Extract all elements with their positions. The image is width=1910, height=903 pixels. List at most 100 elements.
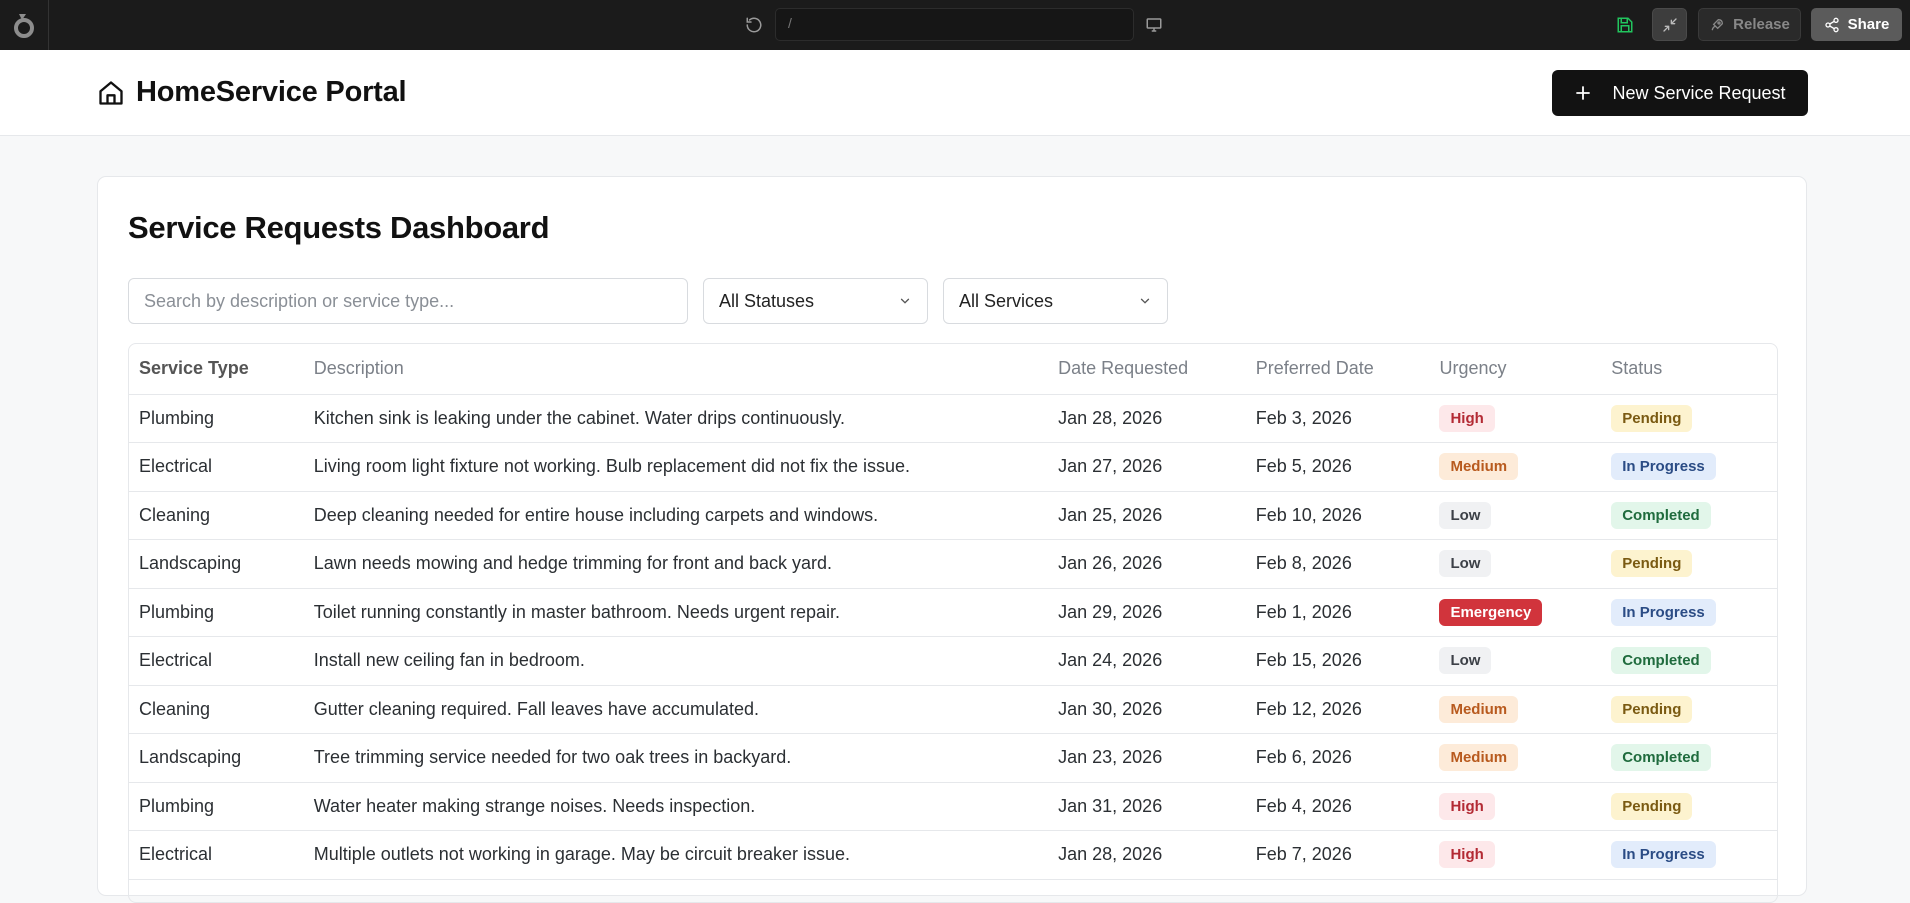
urgency-cell: Medium	[1429, 442, 1602, 492]
chevron-down-icon	[1140, 298, 1150, 304]
column-header-status[interactable]: Status	[1601, 344, 1777, 395]
urgency-badge: Medium	[1439, 453, 1519, 481]
status-badge: Pending	[1611, 404, 1693, 432]
device-preview-button[interactable]	[1142, 13, 1166, 37]
description-cell: Kitchen sink is leaking under the cabine…	[303, 394, 1049, 443]
release-label: Release	[1733, 16, 1790, 33]
status-cell: Pending	[1601, 685, 1777, 734]
table-row[interactable]: Plumbing Water heater making strange nois…	[129, 782, 1777, 831]
date-requested-cell: Jan 31, 2026	[1048, 782, 1246, 831]
status-cell: In Progress	[1601, 830, 1777, 880]
urgency-badge: High	[1439, 404, 1495, 432]
date-requested-cell: Jan 28, 2026	[1048, 394, 1246, 443]
table-row[interactable]: Plumbing Kitchen sink is leaking under th…	[129, 394, 1777, 443]
service-filter-value: All Services	[959, 290, 1054, 311]
description-cell: Multiple outlets not working in garage. …	[303, 830, 1049, 880]
table-row[interactable]: Electrical Multiple outlets not working i…	[129, 830, 1777, 880]
urgency-badge: Emergency	[1439, 598, 1543, 626]
table-row[interactable]: Landscaping Tree trimming service needed …	[129, 733, 1777, 783]
urgency-cell: Low	[1429, 491, 1602, 540]
table-row[interactable]: Cleaning Gutter cleaning required. Fall l…	[129, 685, 1777, 734]
urgency-cell: Low	[1429, 539, 1602, 589]
urgency-badge: Low	[1439, 550, 1492, 578]
share-button[interactable]: Share	[1811, 8, 1902, 41]
date-requested-cell: Jan 24, 2026	[1048, 636, 1246, 686]
preferred-date-cell: Feb 8, 2026	[1245, 539, 1430, 589]
table-row[interactable]: Cleaning Deep cleaning needed for entire …	[129, 491, 1777, 540]
table-row[interactable]: Electrical Install new ceiling fan in bed…	[129, 636, 1777, 686]
status-badge: Completed	[1611, 647, 1711, 675]
editor-toolbar: / Release Share	[0, 0, 1910, 50]
status-filter-value: All Statuses	[719, 290, 815, 311]
date-requested-cell: Jan 23, 2026	[1048, 733, 1246, 783]
refresh-button[interactable]	[742, 13, 766, 37]
column-header-preferred-date[interactable]: Preferred Date	[1245, 344, 1430, 395]
status-cell: Completed	[1601, 733, 1777, 783]
status-badge: Pending	[1611, 695, 1693, 723]
service-type-cell: Cleaning	[129, 685, 304, 734]
preferred-date-cell: Feb 1, 2026	[1245, 588, 1430, 637]
urgency-cell: Medium	[1429, 685, 1602, 734]
app-logo[interactable]	[0, 0, 49, 50]
description-cell: Living room light fixture not working. B…	[303, 442, 1049, 492]
dashboard-card: Service Requests Dashboard All Statuses …	[97, 176, 1807, 903]
service-type-cell: Landscaping	[129, 539, 304, 589]
service-filter-select[interactable]: All Services	[943, 278, 1168, 324]
requests-table: Service Type Description Date Requested …	[129, 344, 1777, 880]
preferred-date-cell: Feb 4, 2026	[1245, 782, 1430, 831]
status-filter-select[interactable]: All Statuses	[703, 278, 928, 324]
description-cell: Gutter cleaning required. Fall leaves ha…	[303, 685, 1049, 734]
status-badge: In Progress	[1611, 841, 1716, 869]
service-type-cell: Electrical	[129, 636, 304, 686]
status-badge: Completed	[1611, 501, 1711, 529]
status-badge: In Progress	[1611, 453, 1716, 481]
urgency-badge: High	[1439, 792, 1495, 820]
urgency-badge: High	[1439, 841, 1495, 869]
column-header-description[interactable]: Description	[303, 344, 1049, 395]
service-type-cell: Landscaping	[129, 733, 304, 783]
date-requested-cell: Jan 28, 2026	[1048, 830, 1246, 880]
service-type-cell: Cleaning	[129, 491, 304, 540]
monitor-icon	[1146, 18, 1162, 32]
collapse-button[interactable]	[1652, 8, 1687, 41]
save-button[interactable]	[1613, 12, 1637, 38]
home-icon	[99, 80, 123, 105]
app-header: HomeService Portal New Service Request	[0, 50, 1910, 136]
release-button[interactable]: Release	[1698, 8, 1801, 41]
table-row[interactable]: Plumbing Toilet running constantly in mas…	[129, 588, 1777, 637]
search-input[interactable]	[128, 278, 688, 324]
column-header-date-requested[interactable]: Date Requested	[1048, 344, 1246, 395]
plus-icon	[1576, 86, 1591, 100]
chevron-down-icon	[900, 298, 910, 304]
status-cell: Pending	[1601, 394, 1777, 443]
save-icon	[1617, 17, 1633, 33]
status-cell: In Progress	[1601, 442, 1777, 492]
date-requested-cell: Jan 29, 2026	[1048, 588, 1246, 637]
urgency-badge: Medium	[1439, 744, 1519, 772]
urgency-cell: Low	[1429, 636, 1602, 686]
page-title: Service Requests Dashboard	[128, 210, 550, 245]
preferred-date-cell: Feb 6, 2026	[1245, 733, 1430, 783]
urgency-cell: Emergency	[1429, 588, 1602, 637]
column-header-urgency[interactable]: Urgency	[1429, 344, 1602, 395]
collapse-icon	[1662, 17, 1677, 32]
share-label: Share	[1847, 16, 1890, 33]
app-title: HomeService Portal	[136, 76, 407, 108]
rocket-icon	[1711, 18, 1724, 30]
preferred-date-cell: Feb 15, 2026	[1245, 636, 1430, 686]
new-service-request-button[interactable]: New Service Request	[1552, 70, 1808, 116]
column-header-service-type[interactable]: Service Type	[129, 344, 304, 395]
description-cell: Lawn needs mowing and hedge trimming for…	[303, 539, 1049, 589]
table-header-row: Service Type Description Date Requested …	[129, 344, 1777, 395]
preferred-date-cell: Feb 12, 2026	[1245, 685, 1430, 734]
brand[interactable]: HomeService Portal	[97, 76, 407, 109]
service-type-cell: Plumbing	[129, 394, 304, 443]
table-row[interactable]: Landscaping Lawn needs mowing and hedge t…	[129, 539, 1777, 589]
status-cell: In Progress	[1601, 588, 1777, 637]
requests-table-container[interactable]: Service Type Description Date Requested …	[128, 343, 1778, 903]
refresh-icon	[746, 17, 762, 33]
table-row[interactable]: Electrical Living room light fixture not …	[129, 442, 1777, 492]
urgency-cell: High	[1429, 830, 1602, 880]
url-bar[interactable]: /	[775, 8, 1134, 41]
date-requested-cell: Jan 26, 2026	[1048, 539, 1246, 589]
